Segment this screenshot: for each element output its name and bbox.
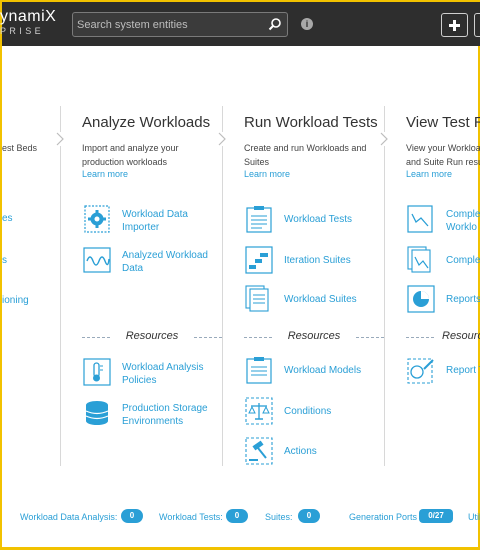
left-column-link-3[interactable]: ioning — [2, 295, 29, 306]
database-icon — [85, 401, 109, 425]
nav-item-label: Complet Worklo — [446, 209, 480, 233]
column-title: Analyze Workloads — [82, 114, 211, 131]
left-column-link-2[interactable]: s — [2, 255, 7, 266]
column-title: Run Workload Tests — [244, 114, 378, 131]
column-description: Create and run Workloads and Suites — [244, 143, 367, 167]
nav-item-label: Complet — [446, 255, 480, 266]
waveform-icon — [83, 247, 111, 273]
report-edit-icon — [407, 358, 434, 384]
resource-item-label: Conditions — [284, 406, 332, 417]
learn-more-link[interactable]: Learn more — [406, 169, 452, 179]
left-column-desc: est Beds — [2, 143, 38, 153]
clipboard-list-icon — [246, 357, 272, 384]
resource-item-label: Workload Analysis Policies — [122, 362, 204, 386]
stat-badge[interactable]: 0/27 — [419, 509, 453, 523]
resources-header: Resources — [82, 330, 222, 344]
stat-badge[interactable]: 0 — [298, 509, 320, 523]
stat-label: Workload Tests: — [159, 512, 223, 522]
menu-button[interactable] — [474, 13, 480, 37]
search-input[interactable] — [77, 16, 267, 33]
clipboard-list-icon — [246, 206, 272, 233]
gavel-icon — [245, 437, 273, 465]
resources-header: Resources — [244, 330, 384, 344]
column-divider — [53, 106, 67, 466]
stat-label: Workload Data Analysis: — [20, 512, 118, 522]
left-column-link-1[interactable]: es — [2, 213, 13, 224]
nav-item-label: Workload Tests — [284, 214, 352, 225]
line-chart-icon — [407, 205, 433, 233]
column-view-test-results: View Test Re View your Workload and Suit… — [406, 106, 480, 466]
resource-item-label: Workload Models — [284, 365, 362, 376]
top-bar: ynamiX PRISE i — [0, 0, 480, 46]
nav-item-reports[interactable]: Reports — [406, 284, 480, 318]
stacked-pages-icon — [245, 285, 269, 312]
stat-label: Suites: — [265, 512, 293, 522]
stat-label: Util — [468, 512, 480, 522]
resources-header: Resource — [406, 330, 480, 344]
learn-more-link[interactable]: Learn more — [244, 169, 290, 179]
gantt-icon — [245, 246, 273, 274]
stat-badge[interactable]: 0 — [226, 509, 248, 523]
column-analyze-workloads: Analyze Workloads Import and analyze you… — [82, 106, 222, 466]
nav-item-label: Iteration Suites — [284, 255, 351, 266]
nav-item-label: Reports — [446, 294, 480, 305]
stat-label: Generation Ports — [349, 512, 418, 522]
scale-icon — [245, 397, 273, 425]
nav-item-label: Workload Data Importer — [122, 209, 188, 233]
nav-item-label: Workload Suites — [284, 294, 357, 305]
nav-item-completed-suites[interactable]: Complet — [406, 245, 480, 279]
resource-item-report-templates[interactable]: Report T — [406, 355, 480, 389]
brand-subtitle: PRISE — [0, 26, 45, 36]
status-bar: Workload Data Analysis: 0 Workload Tests… — [2, 506, 480, 528]
info-icon[interactable]: i — [301, 18, 313, 30]
column-run-workload-tests: Run Workload Tests Create and run Worklo… — [244, 106, 384, 466]
search-box[interactable] — [72, 12, 288, 37]
resource-item-label: Report T — [446, 365, 480, 376]
thermometer-icon — [83, 358, 111, 386]
brand-logo[interactable]: ynamiX — [0, 8, 56, 26]
nav-item-completed-workloads[interactable]: Complet Worklo — [406, 204, 480, 238]
stat-badge[interactable]: 0 — [121, 509, 143, 523]
column-description: Import and analyze your production workl… — [82, 143, 179, 167]
resource-item-label: Actions — [284, 446, 317, 457]
chevron-right-icon — [53, 132, 67, 146]
search-icon[interactable] — [268, 17, 282, 31]
nav-item-label: Analyzed Workload Data — [122, 250, 208, 274]
column-description: View your Workload and Suite Run results — [406, 143, 480, 167]
pie-chart-icon — [407, 285, 435, 313]
add-button[interactable] — [441, 13, 468, 37]
stacked-chart-icon — [407, 246, 431, 273]
learn-more-link[interactable]: Learn more — [82, 169, 128, 179]
resource-item-label: Production Storage Environments — [122, 403, 208, 427]
gear-clipboard-icon — [84, 205, 110, 233]
column-title: View Test Re — [406, 114, 480, 131]
